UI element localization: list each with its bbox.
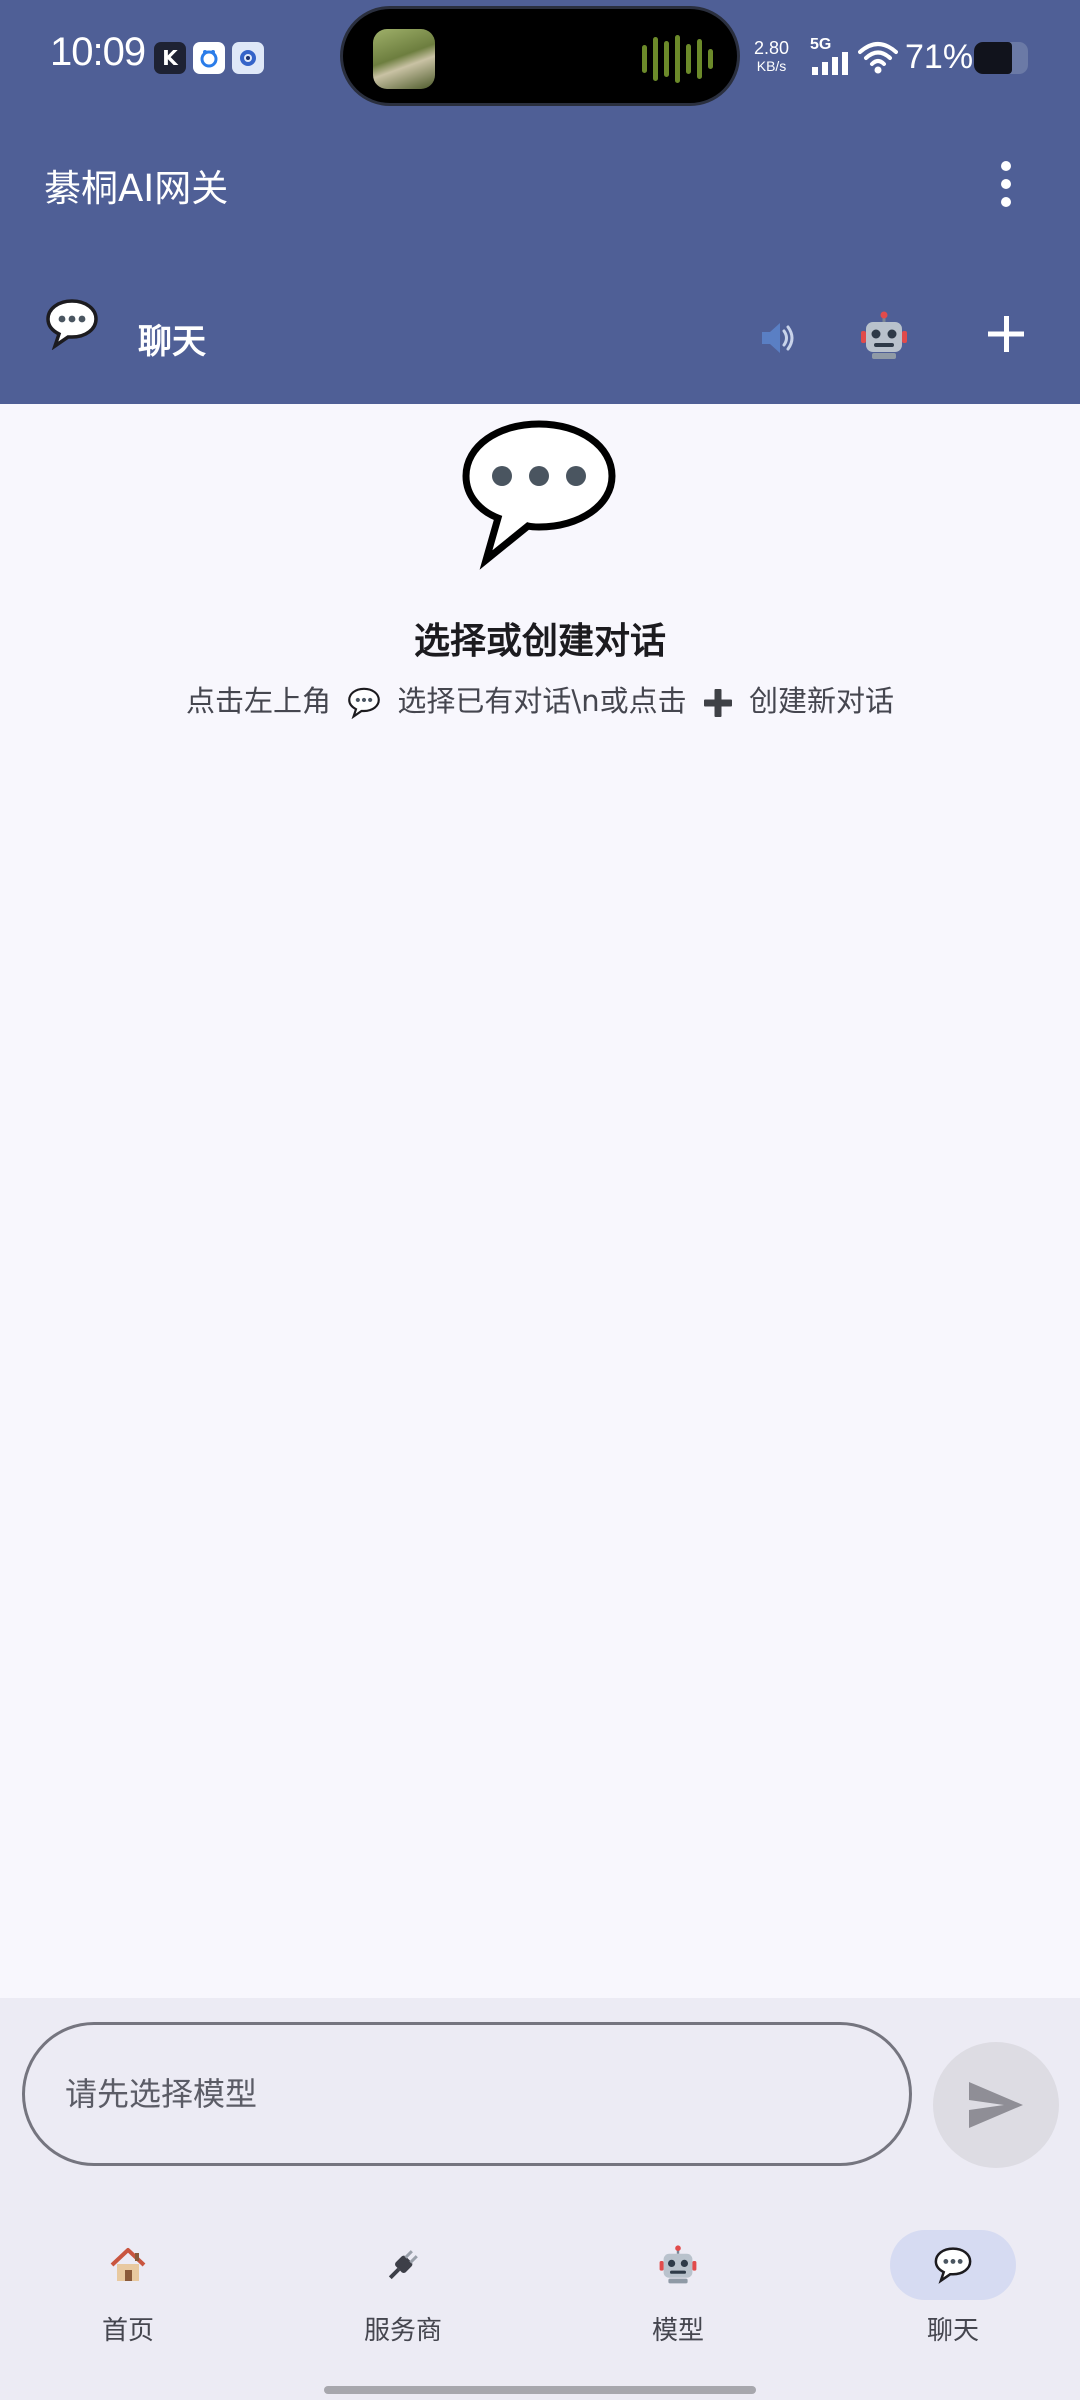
speaker-button[interactable] bbox=[748, 308, 808, 368]
model-select-button[interactable] bbox=[852, 304, 916, 368]
status-time: 10:09 bbox=[50, 30, 146, 74]
empty-chat-speech-bubble-icon bbox=[462, 420, 616, 570]
message-composer bbox=[0, 1998, 1080, 2188]
app-title: 綦桐AI网关 bbox=[44, 167, 229, 210]
nav-item-models[interactable]: 模型 bbox=[578, 2230, 778, 2370]
speech-bubble-icon bbox=[46, 299, 98, 350]
wifi-icon bbox=[858, 42, 898, 74]
speech-bubble-icon bbox=[934, 2247, 972, 2284]
nav-active-indicator bbox=[890, 2230, 1016, 2300]
dynamic-island[interactable] bbox=[340, 6, 740, 106]
nav-item-home[interactable]: 首页 bbox=[28, 2230, 228, 2370]
chat-section-title: 聊天 bbox=[138, 322, 206, 362]
empty-state-hint: 点击左上角 选择已有对话\n或点击 创建新对话 bbox=[0, 678, 1080, 720]
house-icon bbox=[110, 2248, 146, 2281]
send-button[interactable] bbox=[933, 2042, 1059, 2168]
plus-icon bbox=[988, 316, 1024, 352]
hint-text-3: 创建新对话 bbox=[749, 684, 895, 718]
battery-icon bbox=[974, 42, 1028, 74]
nav-label-providers: 服务商 bbox=[363, 2316, 442, 2346]
battery-level-fill bbox=[974, 42, 1013, 74]
camera-app-notification-icon bbox=[232, 42, 264, 74]
nav-item-chat[interactable]: 聊天 bbox=[853, 2230, 1053, 2370]
bottom-navigation: 首页 服务商 模型 聊天 bbox=[0, 2188, 1080, 2400]
nav-label-models: 模型 bbox=[651, 2316, 704, 2346]
speaker-icon bbox=[762, 323, 794, 353]
empty-state-title: 选择或创建对话 bbox=[413, 621, 666, 662]
gesture-home-bar[interactable] bbox=[324, 2386, 756, 2394]
plug-icon bbox=[388, 2250, 418, 2280]
nav-label-chat: 聊天 bbox=[926, 2316, 979, 2346]
more-options-button[interactable] bbox=[976, 154, 1036, 214]
nav-label-home: 首页 bbox=[101, 2316, 154, 2346]
plus-icon bbox=[703, 689, 732, 717]
app-bar: 綦桐AI网关 聊天 bbox=[0, 118, 1080, 404]
new-chat-button[interactable] bbox=[976, 304, 1036, 364]
status-bar: 10:09 K 2.80 KB/s 5G 71% bbox=[0, 0, 1080, 118]
media-thumbnail bbox=[373, 29, 435, 89]
signal-strength-icon bbox=[812, 52, 848, 75]
more-vert-icon bbox=[1001, 161, 1011, 171]
message-input[interactable] bbox=[22, 2022, 912, 2166]
battery-percent: 71% bbox=[905, 38, 974, 76]
baidu-app-notification-icon bbox=[193, 42, 225, 74]
send-icon bbox=[969, 2082, 1023, 2128]
hint-text-1: 点击左上角 bbox=[185, 684, 331, 718]
hint-text-2: 选择已有对话\n或点击 bbox=[397, 684, 687, 718]
k-app-notification-icon: K bbox=[154, 42, 186, 74]
network-speed: 2.80 KB/s bbox=[754, 38, 790, 74]
speech-bubble-icon bbox=[348, 687, 381, 719]
nav-item-providers[interactable]: 服务商 bbox=[303, 2230, 503, 2370]
robot-icon bbox=[659, 2245, 697, 2284]
audio-waveform-icon bbox=[642, 35, 713, 83]
robot-icon bbox=[861, 311, 907, 359]
